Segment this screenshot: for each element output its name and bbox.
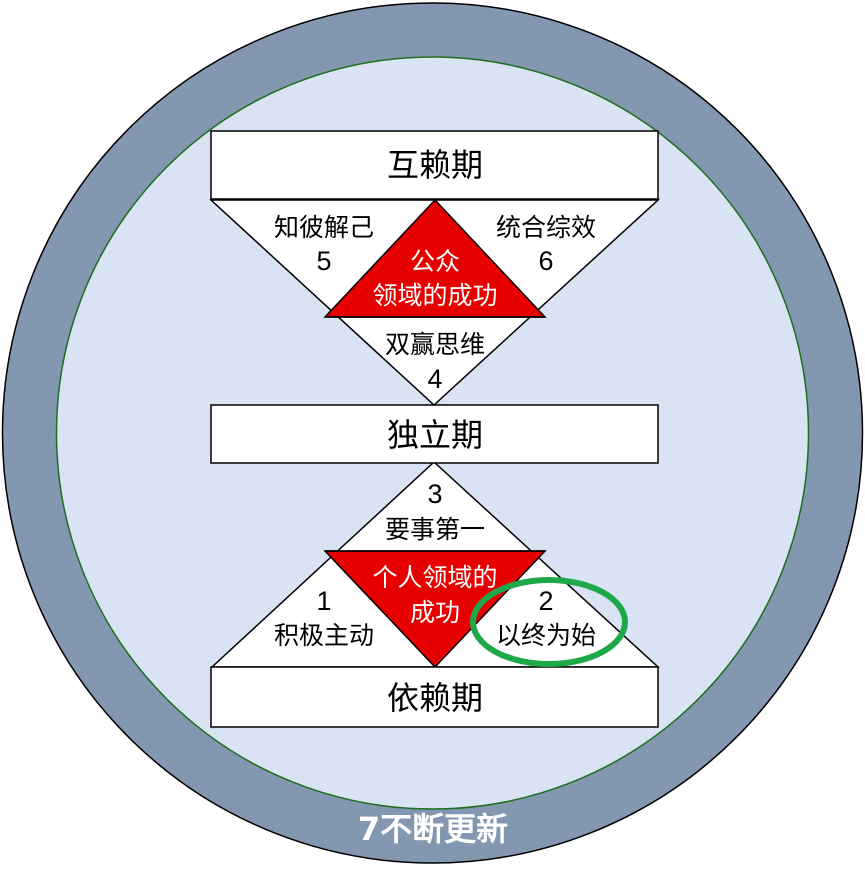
stage-label-dependence: 依赖期: [387, 679, 483, 717]
private-victory-line2: 成功: [410, 598, 460, 627]
habit-3-label: 要事第一: [385, 515, 485, 544]
public-victory-line1: 公众: [410, 247, 460, 276]
stage-label-interdependence: 互赖期: [387, 146, 483, 184]
private-victory-line1: 个人领域的: [372, 563, 497, 592]
stage-label-independence: 独立期: [387, 416, 483, 454]
habit-2-label: 以终为始: [496, 621, 596, 650]
habit-1-number: 1: [316, 586, 331, 616]
habit-6-label: 统合综效: [496, 213, 596, 242]
habit-4-label: 双赢思维: [385, 330, 485, 359]
habit-5-number: 5: [316, 246, 331, 276]
habit-4-number: 4: [427, 364, 442, 394]
renewal-label: 7不断更新: [358, 810, 508, 848]
habit-3-number: 3: [427, 479, 442, 509]
habit-5-label: 知彼解己: [274, 213, 374, 242]
public-victory-line2: 领域的成功: [372, 281, 497, 310]
habit-6-number: 6: [538, 246, 553, 276]
habit-2-number: 2: [538, 586, 553, 616]
seven-habits-diagram: 互赖期 独立期 依赖期 知彼解己 5 统合综效 6 公众 领域的成功 双赢思维 …: [1, 2, 864, 864]
habit-1-label: 积极主动: [274, 621, 374, 650]
